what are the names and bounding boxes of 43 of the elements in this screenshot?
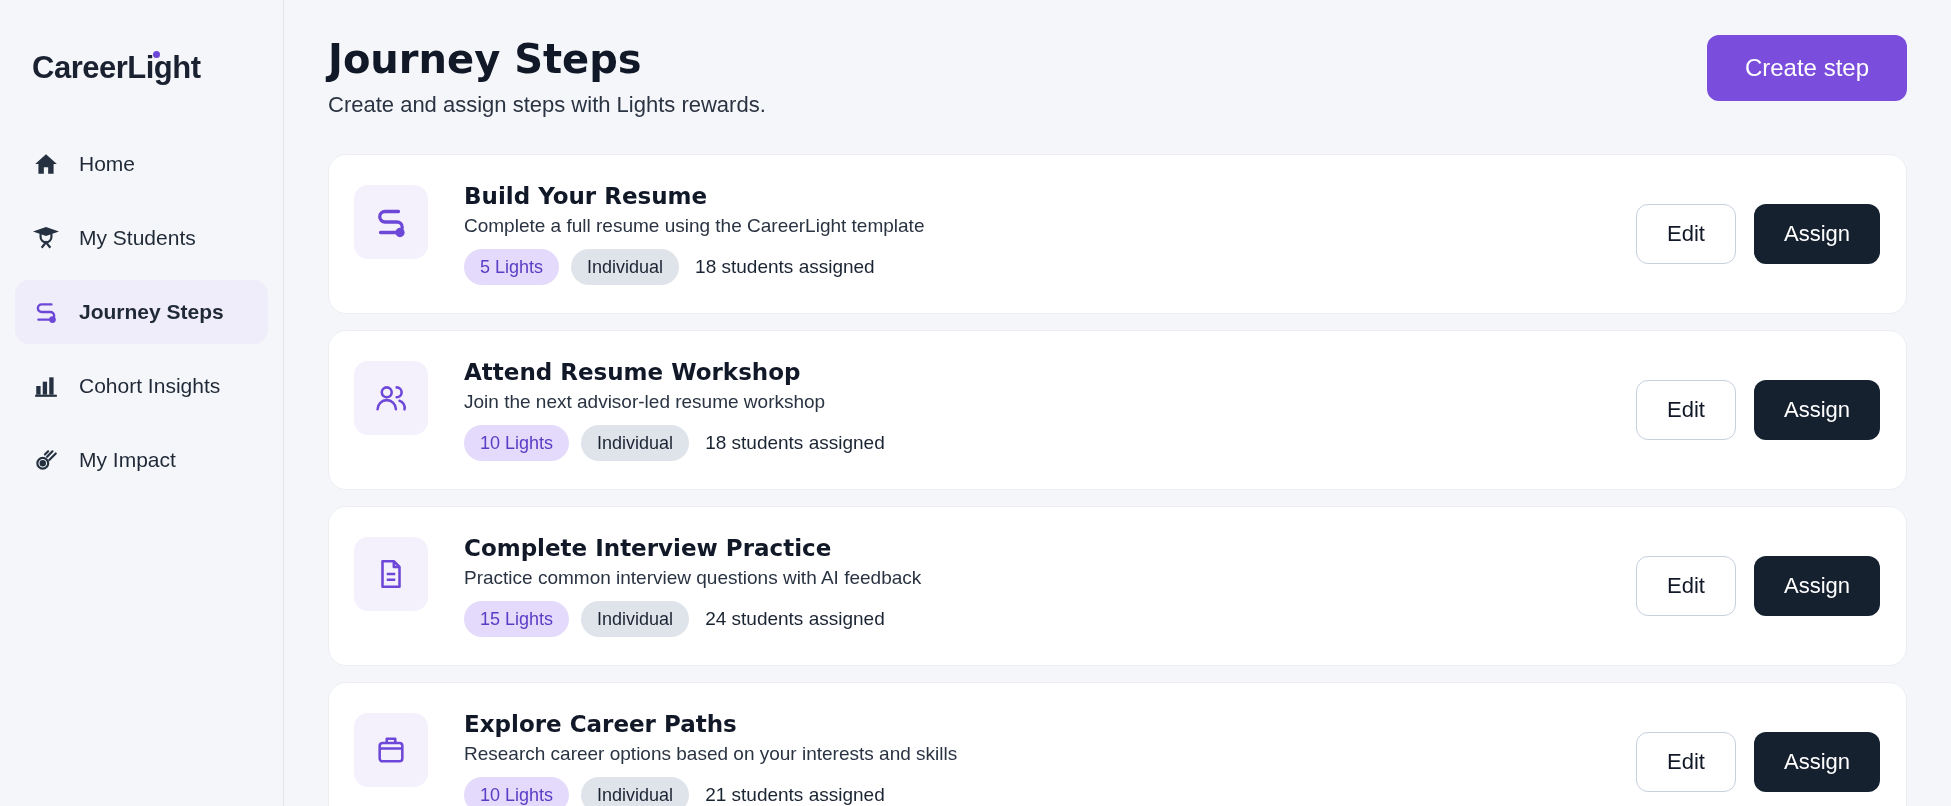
assign-button[interactable]: Assign xyxy=(1754,380,1880,440)
step-description: Practice common interview questions with AI feedback xyxy=(464,567,923,589)
lights-tag: 10 Lights xyxy=(464,425,570,461)
graduate-icon xyxy=(33,225,59,251)
comet-icon xyxy=(33,447,59,473)
sidebar-label: Journey Steps xyxy=(79,300,224,324)
sidebar-label: Cohort Insights xyxy=(79,374,221,398)
assign-button[interactable]: Assign xyxy=(1754,204,1880,264)
step-title: Explore Career Paths xyxy=(464,711,738,737)
step-title: Complete Interview Practice xyxy=(464,535,833,561)
step-description: Complete a full resume using the CareerLight template xyxy=(464,215,926,237)
lights-tag: 15 Lights xyxy=(464,601,570,637)
assigned-count: 18 students assigned xyxy=(695,256,875,278)
edit-button[interactable]: Edit xyxy=(1636,556,1736,616)
create-step-button[interactable]: Create step xyxy=(1706,35,1907,101)
type-tag: Individual xyxy=(581,601,690,637)
assigned-count: 18 students assigned xyxy=(705,432,885,454)
step-title: Build Your Resume xyxy=(464,183,709,209)
step-title: Attend Resume Workshop xyxy=(464,359,802,385)
step-description: Research career options based on your interests and skills xyxy=(464,743,959,765)
step-description: Join the next advisor-led resume workshop xyxy=(464,391,827,413)
sidebar-item[interactable]: Home xyxy=(15,132,268,196)
sidebar-label: My Impact xyxy=(79,448,176,472)
sidebar-item[interactable]: Cohort Insights xyxy=(15,354,268,418)
sidebar-item[interactable]: Journey Steps xyxy=(15,280,268,344)
assign-button[interactable]: Assign xyxy=(1754,732,1880,792)
page-subtitle: Create and assign steps with Lights rewards. xyxy=(328,92,766,118)
lights-tag: 10 Lights xyxy=(464,777,570,806)
app-logo: CareerLight xyxy=(32,50,201,86)
type-tag: Individual xyxy=(581,777,690,806)
sidebar-item[interactable]: My Impact xyxy=(15,428,268,492)
assigned-count: 24 students assigned xyxy=(705,608,885,630)
edit-button[interactable]: Edit xyxy=(1636,204,1736,264)
sidebar-label: My Students xyxy=(79,226,196,250)
type-tag: Individual xyxy=(581,425,690,461)
assigned-count: 21 students assigned xyxy=(705,784,885,806)
edit-button[interactable]: Edit xyxy=(1636,380,1736,440)
type-tag: Individual xyxy=(571,249,680,285)
sidebar-item[interactable]: My Students xyxy=(15,206,268,270)
sidebar-label: Home xyxy=(79,152,136,176)
edit-button[interactable]: Edit xyxy=(1636,732,1736,792)
lights-tag: 5 Lights xyxy=(464,249,560,285)
assign-button[interactable]: Assign xyxy=(1754,556,1880,616)
